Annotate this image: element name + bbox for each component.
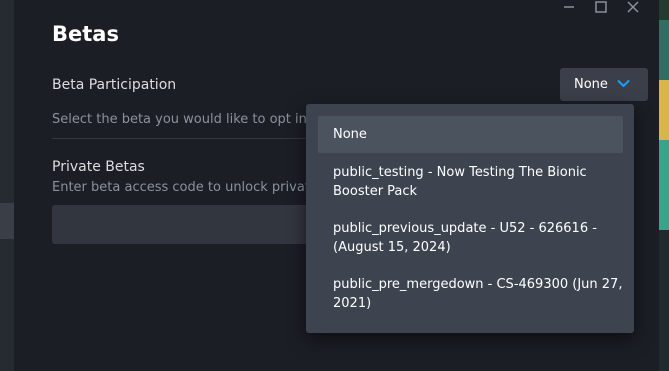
private-betas-hint: Enter beta access code to unlock private — [52, 180, 318, 195]
beta-select-value: None — [574, 77, 608, 92]
beta-participation-select[interactable]: None — [560, 68, 648, 101]
beta-access-code-input[interactable] — [52, 205, 320, 244]
minimize-button[interactable] — [553, 0, 585, 14]
dropdown-option-public-testing[interactable]: public_testing - Now Testing The Bionic … — [318, 163, 623, 201]
beta-participation-hint: Select the beta you would like to opt in… — [52, 112, 320, 127]
maximize-icon — [595, 1, 607, 13]
maximize-button[interactable] — [585, 0, 617, 14]
close-button[interactable] — [617, 0, 649, 14]
private-betas-label: Private Betas — [52, 159, 145, 175]
chevron-down-icon — [617, 79, 630, 88]
section-divider — [52, 138, 320, 139]
background-window-strip — [0, 0, 14, 371]
window-controls — [553, 0, 649, 14]
dropdown-option-none[interactable]: None — [318, 116, 623, 153]
background-game-art — [659, 0, 669, 371]
background-window-item — [0, 203, 14, 239]
beta-participation-label: Beta Participation — [52, 77, 177, 93]
close-icon — [627, 1, 639, 13]
dropdown-option-public-previous-update[interactable]: public_previous_update - U52 - 626616 - … — [318, 219, 623, 257]
beta-options-dropdown: None public_testing - Now Testing The Bi… — [306, 104, 634, 333]
dropdown-option-public-pre-mergedown[interactable]: public_pre_mergedown - CS-469300 (Jun 27… — [318, 275, 623, 313]
minimize-icon — [564, 6, 574, 8]
page-title: Betas — [52, 22, 119, 46]
